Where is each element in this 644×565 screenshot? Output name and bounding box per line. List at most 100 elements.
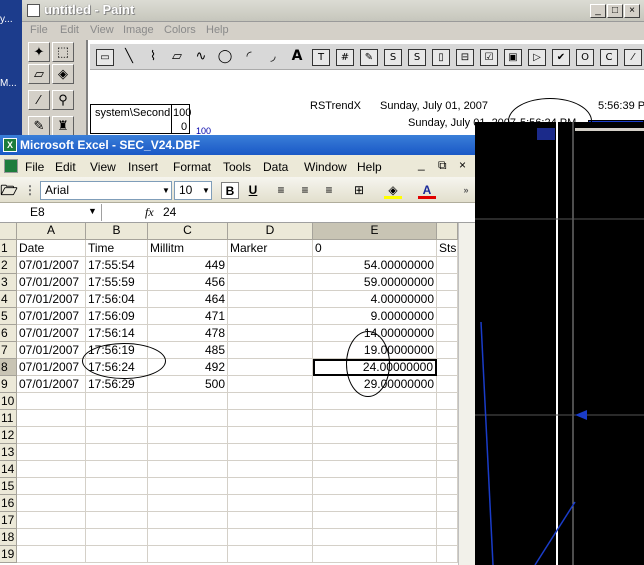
menu-edit[interactable]: Edit <box>55 160 76 174</box>
worksheet-grid[interactable]: A B C D E 1 Date Time Millitm Marker 0 Sts 2 07/… <box>0 223 458 565</box>
table-cell[interactable] <box>17 495 86 512</box>
table-cell[interactable] <box>17 393 86 410</box>
table-cell[interactable] <box>313 410 437 427</box>
row-header[interactable]: 13 <box>0 444 17 461</box>
row-header[interactable]: 9 <box>0 376 17 393</box>
table-cell[interactable]: 07/01/2007 <box>17 274 86 291</box>
menu-view[interactable]: View <box>90 24 114 36</box>
font-color-icon[interactable]: A <box>418 182 436 199</box>
align-right-icon[interactable]: ≡ <box>320 182 338 199</box>
table-cell[interactable] <box>437 478 458 495</box>
paint-title-bar[interactable]: untitled - Paint _ □ × <box>22 0 644 22</box>
table-cell[interactable]: 59.00000000 <box>313 274 437 291</box>
menu-insert[interactable]: Insert <box>128 160 158 174</box>
table-cell[interactable]: 471 <box>148 308 228 325</box>
font-size-dropdown-icon[interactable]: ▼ <box>197 182 215 199</box>
table-cell[interactable] <box>228 478 313 495</box>
excel-title-bar[interactable]: X Microsoft Excel - SEC_V24.DBF <box>0 135 475 155</box>
table-cell[interactable] <box>437 308 458 325</box>
pencil-icon[interactable]: ✎ <box>28 116 50 136</box>
toolbar-grip[interactable]: ⋮ <box>24 182 36 199</box>
table-cell[interactable] <box>437 325 458 342</box>
table-cell[interactable]: 07/01/2007 <box>17 325 86 342</box>
minimize-button[interactable]: _ <box>590 4 606 18</box>
table-cell[interactable] <box>228 359 313 376</box>
table-cell[interactable] <box>148 546 228 563</box>
menu-image[interactable]: Image <box>123 24 154 36</box>
name-box-dropdown-icon[interactable]: ▼ <box>88 206 97 216</box>
row-header[interactable]: 11 <box>0 410 17 427</box>
column-header-c[interactable]: C <box>148 223 228 240</box>
select-all-corner[interactable] <box>0 223 17 240</box>
maximize-button[interactable]: □ <box>607 4 623 18</box>
table-cell[interactable] <box>86 393 148 410</box>
row-header[interactable]: 17 <box>0 512 17 529</box>
table-cell[interactable] <box>86 529 148 546</box>
table-cell[interactable] <box>437 529 458 546</box>
table-cell[interactable] <box>228 512 313 529</box>
table-cell[interactable] <box>313 461 437 478</box>
column-header-f[interactable] <box>437 223 458 240</box>
menu-help[interactable]: Help <box>357 160 382 174</box>
table-cell[interactable]: 0 <box>313 240 437 257</box>
row-header[interactable]: 8 <box>0 359 17 376</box>
table-cell[interactable] <box>313 512 437 529</box>
table-cell[interactable] <box>228 274 313 291</box>
row-header[interactable]: 5 <box>0 308 17 325</box>
table-cell[interactable] <box>313 427 437 444</box>
table-cell[interactable] <box>148 512 228 529</box>
table-cell[interactable] <box>313 546 437 563</box>
table-cell[interactable] <box>17 546 86 563</box>
table-cell[interactable] <box>313 529 437 546</box>
table-cell[interactable]: 9.00000000 <box>313 308 437 325</box>
table-cell[interactable] <box>86 546 148 563</box>
table-cell[interactable]: 456 <box>148 274 228 291</box>
document-icon[interactable] <box>4 159 18 173</box>
table-cell[interactable]: 17:56:14 <box>86 325 148 342</box>
table-cell[interactable] <box>437 342 458 359</box>
table-cell[interactable]: Date <box>17 240 86 257</box>
column-header-a[interactable]: A <box>17 223 86 240</box>
borders-icon[interactable]: ⊞ <box>350 182 368 199</box>
fill-bucket-icon[interactable]: ◈ <box>52 64 74 84</box>
menu-edit[interactable]: Edit <box>60 24 79 36</box>
eraser-icon[interactable]: ▱ <box>28 64 50 84</box>
column-header-d[interactable]: D <box>228 223 313 240</box>
table-cell[interactable]: 07/01/2007 <box>17 291 86 308</box>
align-center-icon[interactable]: ≡ <box>296 182 314 199</box>
table-cell[interactable] <box>148 410 228 427</box>
table-cell[interactable] <box>437 495 458 512</box>
table-cell[interactable] <box>228 376 313 393</box>
table-cell[interactable] <box>17 478 86 495</box>
table-cell[interactable]: 07/01/2007 <box>17 257 86 274</box>
table-cell[interactable] <box>228 308 313 325</box>
table-cell[interactable]: 17:56:04 <box>86 291 148 308</box>
font-name-dropdown-icon[interactable]: ▼ <box>157 182 175 199</box>
menu-file[interactable]: File <box>30 24 48 36</box>
table-cell[interactable]: 449 <box>148 257 228 274</box>
table-cell[interactable]: Marker <box>228 240 313 257</box>
table-cell[interactable]: 464 <box>148 291 228 308</box>
row-header[interactable]: 7 <box>0 342 17 359</box>
table-cell[interactable] <box>86 444 148 461</box>
close-button[interactable]: × <box>624 4 640 18</box>
table-cell[interactable]: 17:56:09 <box>86 308 148 325</box>
table-cell[interactable]: 07/01/2007 <box>17 376 86 393</box>
table-cell[interactable] <box>437 257 458 274</box>
menu-data[interactable]: Data <box>263 160 288 174</box>
magnifier-icon[interactable]: ⚲ <box>52 90 74 110</box>
free-select-icon[interactable]: ✦ <box>28 42 50 62</box>
table-cell[interactable] <box>437 546 458 563</box>
table-cell[interactable] <box>437 461 458 478</box>
doc-close-button[interactable]: × <box>459 158 466 172</box>
trend-chart-area[interactable] <box>475 122 644 565</box>
rect-select-icon[interactable]: ⬚ <box>52 42 74 62</box>
column-header-e[interactable]: E <box>313 223 437 240</box>
table-cell[interactable] <box>228 291 313 308</box>
table-cell[interactable]: 07/01/2007 <box>17 359 86 376</box>
doc-minimize-button[interactable]: _ <box>418 157 425 171</box>
formula-input[interactable]: 24 <box>163 205 176 219</box>
name-box[interactable]: E8 <box>0 204 102 221</box>
underline-button[interactable]: U <box>244 182 262 199</box>
table-cell[interactable] <box>148 393 228 410</box>
